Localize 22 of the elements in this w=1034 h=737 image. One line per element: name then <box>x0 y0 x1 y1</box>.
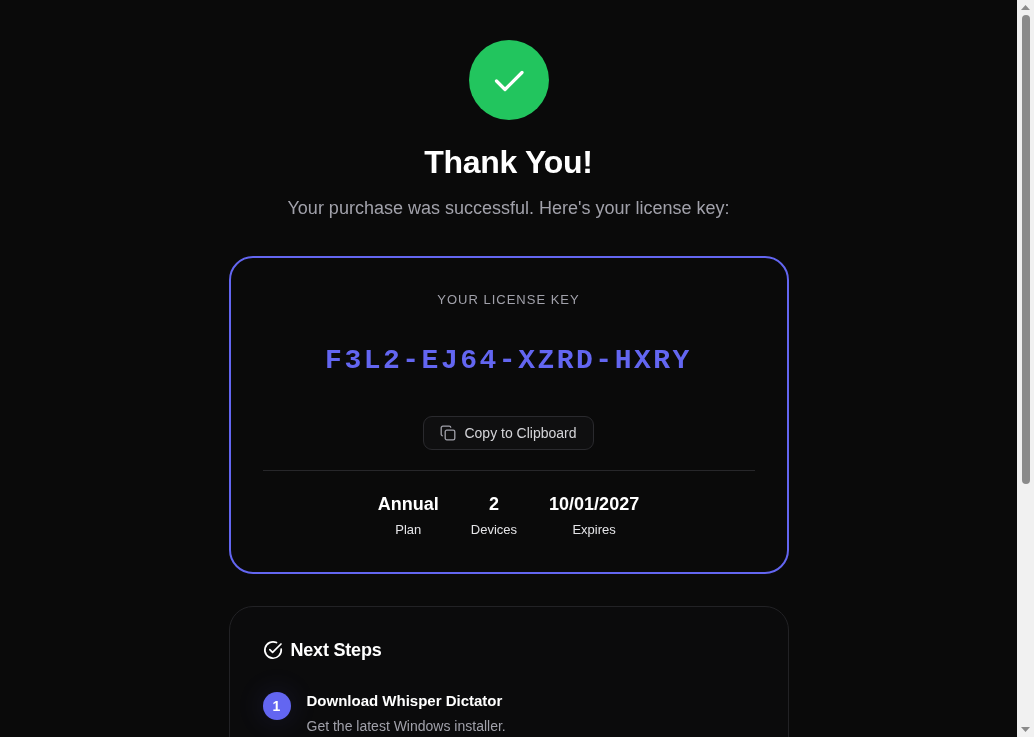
copy-to-clipboard-button[interactable]: Copy to Clipboard <box>423 416 594 450</box>
step-title: Download Whisper Dictator <box>306 691 504 711</box>
copy-icon <box>440 425 457 441</box>
scrollbar-thumb[interactable] <box>1021 15 1030 484</box>
stat-label: Plan <box>395 521 422 539</box>
license-key: F3L2-EJ64-XZRD-HXRY <box>325 343 692 379</box>
scrollbar[interactable] <box>1017 0 1034 737</box>
success-check-icon <box>468 40 549 120</box>
step-number: 1 <box>262 692 291 720</box>
next-steps-title: Next Steps <box>290 639 382 661</box>
stat-value: Annual <box>377 493 439 516</box>
page-title: Thank You! <box>424 143 593 181</box>
scroll-down-arrow-icon[interactable] <box>1021 727 1030 732</box>
stat-label: Expires <box>572 521 616 539</box>
circle-check-icon <box>262 640 283 660</box>
stat-value: 10/01/2027 <box>549 493 640 516</box>
step-description: Get the latest Windows installer. <box>306 717 506 736</box>
page-subtitle: Your purchase was successful. Here's your license key: <box>287 197 730 220</box>
scroll-up-arrow-icon[interactable] <box>1021 5 1030 10</box>
stat-value: 2 <box>488 493 499 516</box>
stat-label: Devices <box>470 521 518 539</box>
license-key-label: YOUR LICENSE KEY <box>437 291 580 309</box>
